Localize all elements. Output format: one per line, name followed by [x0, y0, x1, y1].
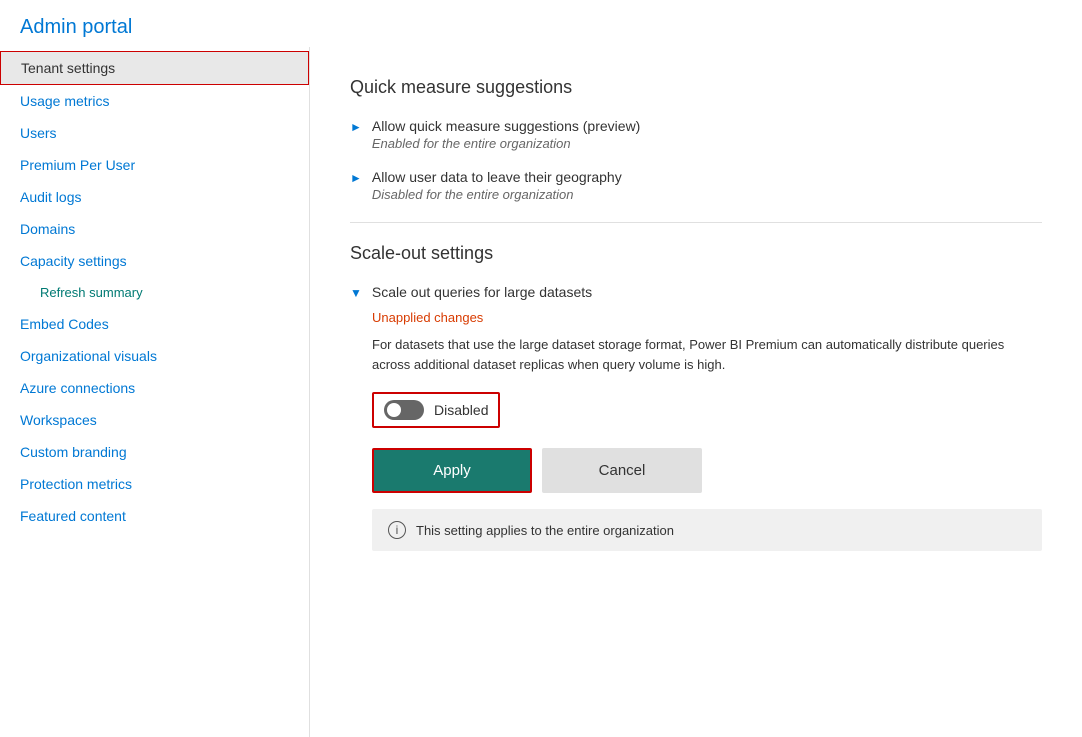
setting-label-quick-measure: Allow quick measure suggestions (preview…: [372, 118, 640, 134]
scale-item-header: ▼ Scale out queries for large datasets: [350, 284, 1042, 300]
quick-measure-title: Quick measure suggestions: [350, 77, 1042, 98]
toggle-container[interactable]: Disabled: [372, 392, 500, 428]
setting-label-user-data: Allow user data to leave their geography: [372, 169, 622, 185]
toggle-label: Disabled: [434, 402, 488, 418]
scale-out-label: Scale out queries for large datasets: [372, 284, 592, 300]
sidebar-item-embed-codes[interactable]: Embed Codes: [0, 308, 309, 340]
apply-button[interactable]: Apply: [372, 448, 532, 493]
section-divider: [350, 222, 1042, 223]
cancel-button[interactable]: Cancel: [542, 448, 702, 493]
setting-status-user-data: Disabled for the entire organization: [372, 187, 622, 202]
sidebar-item-custom-branding[interactable]: Custom branding: [0, 436, 309, 468]
info-icon: i: [388, 521, 406, 539]
arrow-user-data[interactable]: ►: [350, 171, 362, 185]
sidebar-item-featured-content[interactable]: Featured content: [0, 500, 309, 532]
sidebar-item-usage-metrics[interactable]: Usage metrics: [0, 85, 309, 117]
sidebar-item-workspaces[interactable]: Workspaces: [0, 404, 309, 436]
sidebar: Tenant settingsUsage metricsUsersPremium…: [0, 47, 310, 737]
info-banner: i This setting applies to the entire org…: [372, 509, 1042, 551]
setting-item-user-data: ► Allow user data to leave their geograp…: [350, 169, 1042, 202]
sidebar-item-protection-metrics[interactable]: Protection metrics: [0, 468, 309, 500]
main-content: Quick measure suggestions ► Allow quick …: [310, 47, 1082, 737]
sidebar-item-capacity-settings[interactable]: Capacity settings: [0, 245, 309, 277]
sidebar-item-users[interactable]: Users: [0, 117, 309, 149]
unapplied-changes-text: Unapplied changes: [372, 310, 1042, 325]
setting-item-quick-measure: ► Allow quick measure suggestions (previ…: [350, 118, 1042, 151]
sidebar-item-domains[interactable]: Domains: [0, 213, 309, 245]
arrow-quick-measure[interactable]: ►: [350, 120, 362, 134]
disabled-toggle[interactable]: [384, 400, 424, 420]
sidebar-item-tenant-settings[interactable]: Tenant settings: [0, 51, 309, 85]
scale-out-title: Scale-out settings: [350, 243, 1042, 264]
info-banner-text: This setting applies to the entire organ…: [416, 523, 674, 538]
app-container: Admin portal Tenant settingsUsage metric…: [0, 0, 1082, 737]
sidebar-item-refresh-summary[interactable]: Refresh summary: [0, 277, 309, 308]
main-layout: Tenant settingsUsage metricsUsersPremium…: [0, 47, 1082, 737]
arrow-scale-out[interactable]: ▼: [350, 286, 362, 300]
setting-status-quick-measure: Enabled for the entire organization: [372, 136, 640, 151]
sidebar-item-audit-logs[interactable]: Audit logs: [0, 181, 309, 213]
quick-measure-section: Quick measure suggestions ► Allow quick …: [350, 77, 1042, 202]
sidebar-item-organizational-visuals[interactable]: Organizational visuals: [0, 340, 309, 372]
sidebar-item-azure-connections[interactable]: Azure connections: [0, 372, 309, 404]
scale-out-description: For datasets that use the large dataset …: [372, 335, 1042, 374]
sidebar-item-premium-per-user[interactable]: Premium Per User: [0, 149, 309, 181]
scale-item-content: Unapplied changes For datasets that use …: [372, 310, 1042, 551]
button-row: Apply Cancel: [372, 448, 1042, 493]
scale-out-section: Scale-out settings ▼ Scale out queries f…: [350, 243, 1042, 551]
app-title: Admin portal: [20, 16, 132, 38]
header: Admin portal: [0, 0, 1082, 47]
